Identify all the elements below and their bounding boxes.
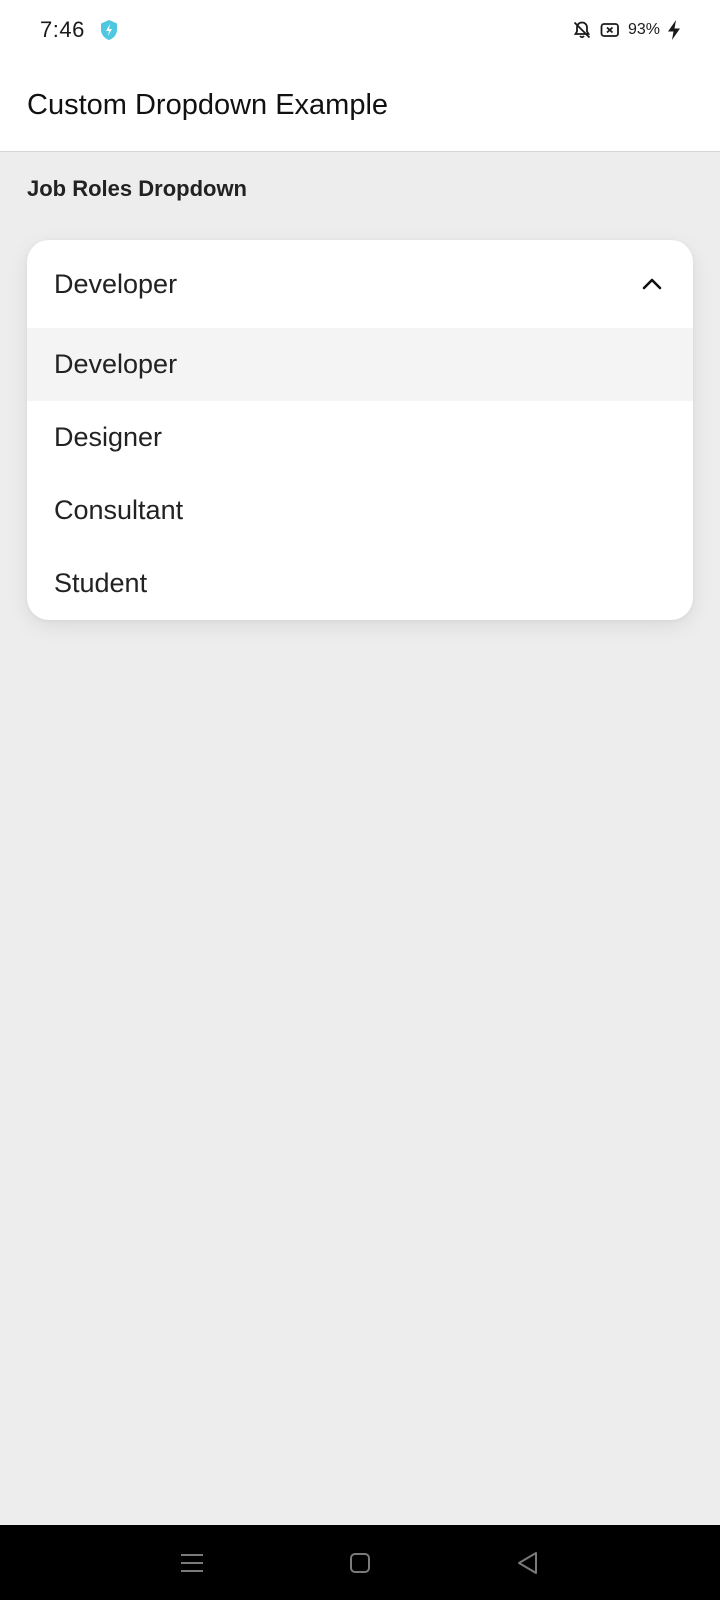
dropdown-selected-value: Developer xyxy=(54,268,178,299)
job-roles-dropdown: Developer Developer Designer Consultant … xyxy=(27,240,693,620)
system-nav-bar xyxy=(0,1525,720,1600)
back-icon[interactable] xyxy=(498,1533,558,1593)
menu-icon[interactable] xyxy=(162,1533,222,1593)
home-icon[interactable] xyxy=(330,1533,390,1593)
dropdown-option-designer[interactable]: Designer xyxy=(27,401,693,474)
option-label: Student xyxy=(54,568,148,598)
battery-percent: 93% xyxy=(627,21,660,38)
status-time: 7:46 xyxy=(40,17,85,42)
page-title: Custom Dropdown Example xyxy=(27,89,389,121)
app-bar: Custom Dropdown Example xyxy=(0,60,720,152)
charging-bolt-icon xyxy=(668,20,680,40)
option-label: Consultant xyxy=(54,495,184,525)
section-label: Job Roles Dropdown xyxy=(27,176,247,201)
battery-saver-icon xyxy=(600,22,620,38)
option-label: Designer xyxy=(54,422,163,452)
option-label: Developer xyxy=(54,349,178,379)
dropdown-option-student[interactable]: Student xyxy=(27,547,693,620)
shield-bolt-icon xyxy=(99,19,119,41)
dropdown-option-developer[interactable]: Developer xyxy=(27,328,693,401)
status-right: 93% xyxy=(572,20,680,40)
chevron-up-icon[interactable] xyxy=(641,277,663,291)
status-bar: 7:46 93% xyxy=(0,0,720,60)
status-left: 7:46 xyxy=(40,17,119,43)
dropdown-option-consultant[interactable]: Consultant xyxy=(27,474,693,547)
bell-off-icon xyxy=(572,20,592,40)
dropdown-header[interactable]: Developer xyxy=(27,240,693,328)
